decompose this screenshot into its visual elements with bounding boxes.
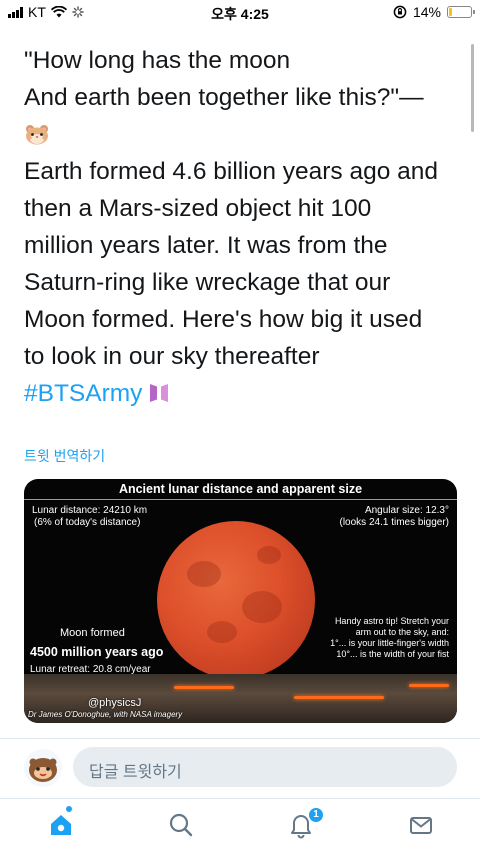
home-icon[interactable] — [47, 811, 75, 839]
years-ago: 4500 million years ago — [30, 645, 164, 659]
avatar[interactable] — [24, 749, 62, 787]
lunar-distance: Lunar distance: 24210 km — [32, 505, 148, 516]
astro-tip-4: 10°... is the width of your fist — [336, 649, 449, 659]
tweet-line: "How long has the moon — [24, 47, 291, 74]
tweet-line: Moon formed. Here's how big it used — [24, 306, 423, 333]
shooky-avatar-icon — [29, 758, 57, 782]
angular-note: (looks 24.1 times bigger) — [339, 517, 450, 528]
tweet-media-image[interactable]: Ancient lunar distance and apparent size… — [24, 479, 457, 723]
tweet-text: "How long has the moon And earth been to… — [24, 42, 464, 412]
image-credit: Dr James O'Donoghue, with NASA imagery — [28, 710, 183, 719]
hamster-emoji-line — [24, 116, 464, 153]
orientation-lock-icon — [393, 5, 407, 19]
search-icon[interactable] — [167, 811, 195, 839]
distance-note: (6% of today's distance) — [34, 517, 141, 528]
scroll-indicator[interactable] — [471, 44, 474, 132]
tweet-line: million years later. It was from the — [24, 232, 388, 259]
moon-formed: Moon formed — [60, 627, 125, 639]
hashtag-link[interactable]: #BTSArmy — [24, 380, 142, 407]
reply-input[interactable]: 답글 트윗하기 — [73, 747, 457, 787]
messages-mail-icon[interactable] — [407, 811, 435, 839]
translate-tweet-link[interactable]: 트윗 번역하기 — [24, 446, 105, 466]
bts-army-logo-icon — [150, 384, 169, 402]
tweet-line: then a Mars-sized object hit 100 — [24, 195, 372, 222]
tweet-line: to look in our sky thereafter — [24, 343, 320, 370]
reply-bar: 답글 트윗하기 — [0, 738, 480, 798]
media-title: Ancient lunar distance and apparent size — [118, 482, 363, 496]
tweet-line: And earth been together like this?"— — [24, 84, 424, 111]
hashtag-line: #BTSArmy — [24, 375, 464, 412]
status-right: 14% — [393, 4, 475, 20]
battery-icon — [447, 6, 475, 18]
bottom-tab-bar — [0, 798, 480, 853]
home-new-dot — [66, 806, 72, 812]
author-handle: @physicsJ — [88, 697, 142, 709]
status-bar: KT 오후 4:25 14% — [0, 0, 480, 26]
tweet-line: Earth formed 4.6 billion years ago and — [24, 158, 439, 185]
tweet-line: Saturn-ring like wreckage that our — [24, 269, 391, 296]
angular-size: Angular size: 12.3° — [364, 505, 449, 516]
ancient-moon — [157, 521, 315, 679]
hamster-emoji-icon — [26, 125, 48, 145]
media-divider — [24, 499, 457, 500]
battery-percent: 14% — [412, 4, 441, 20]
notification-count-badge: 1 — [307, 806, 325, 824]
